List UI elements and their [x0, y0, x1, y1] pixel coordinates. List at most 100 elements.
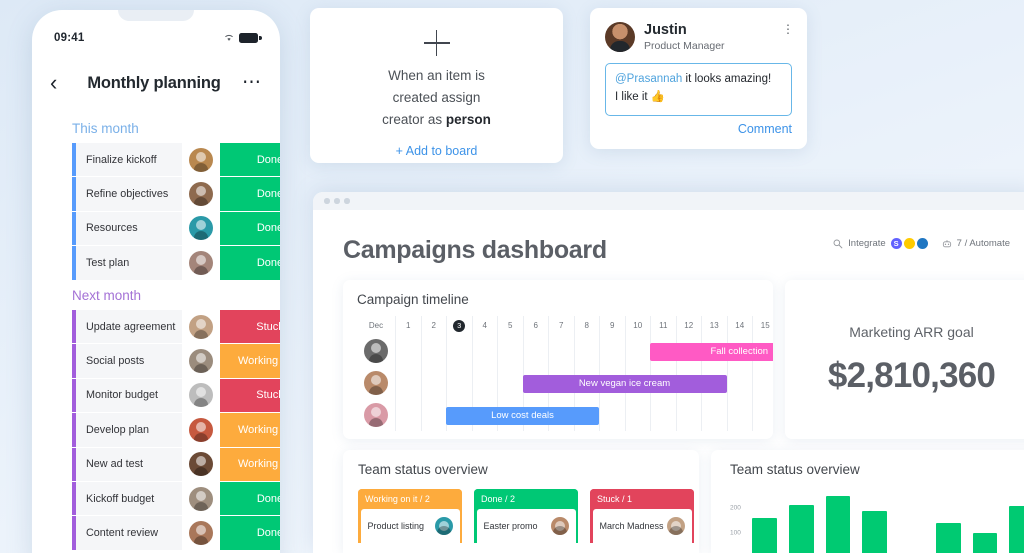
- chart-bars: [752, 487, 1024, 553]
- timeline-bar[interactable]: Fall collection: [650, 342, 773, 361]
- kanban-card-label: March Madness: [599, 521, 664, 531]
- chart-bar[interactable]: [825, 496, 851, 553]
- integration-badges[interactable]: S: [890, 238, 928, 249]
- status-badge[interactable]: Done: [220, 177, 280, 211]
- comment-input[interactable]: @Prasannah it looks amazing! I like it 👍: [605, 63, 792, 117]
- task-row[interactable]: Social posts Working on it: [72, 344, 280, 378]
- chart-title: Team status overview: [730, 462, 860, 477]
- task-row[interactable]: Content review Done: [72, 516, 280, 550]
- status-badge[interactable]: Done: [220, 211, 280, 246]
- timeline-day-9: 9: [599, 316, 625, 335]
- integrate-button[interactable]: Integrate S: [833, 238, 928, 249]
- kanban-card[interactable]: March Madness: [592, 509, 692, 543]
- recipe-line-3-bold: person: [445, 111, 491, 127]
- ellipsis-icon[interactable]: ⋯: [236, 73, 262, 93]
- task-row[interactable]: Resources Done: [72, 211, 280, 246]
- chart-bar[interactable]: [862, 511, 887, 553]
- chart-bar[interactable]: [1009, 506, 1024, 553]
- task-assignee[interactable]: [182, 344, 220, 378]
- integration-icon: [833, 239, 843, 248]
- task-row[interactable]: Finalize kickoff Done: [72, 143, 280, 177]
- comment-submit-button[interactable]: Comment: [605, 122, 792, 136]
- task-row[interactable]: Kickoff budget Done: [72, 481, 280, 516]
- kebab-menu-icon[interactable]: ⋮: [782, 22, 794, 35]
- timeline-row-assignee[interactable]: [357, 371, 395, 395]
- status-badge[interactable]: Done: [220, 143, 280, 177]
- timeline-day-11: 11: [650, 316, 676, 335]
- window-minimize-dot[interactable]: [334, 198, 340, 204]
- chart-bar[interactable]: [935, 523, 961, 553]
- integration-badge-3[interactable]: [916, 238, 928, 249]
- task-assignee[interactable]: [182, 481, 220, 516]
- task-assignee[interactable]: [182, 413, 220, 447]
- timeline-day-15: 15: [752, 316, 773, 335]
- timeline-row-assignee[interactable]: [357, 339, 395, 363]
- timeline-track: Fall collection: [395, 335, 773, 367]
- status-badge[interactable]: Stuck: [220, 378, 280, 413]
- task-row[interactable]: Test plan Done: [72, 246, 280, 280]
- chart-bar[interactable]: [752, 517, 777, 553]
- status-badge[interactable]: Done: [220, 246, 280, 280]
- timeline-day-header: Dec1234567891011121314151617: [357, 316, 773, 335]
- status-badge[interactable]: Working on it: [220, 344, 280, 378]
- window-maximize-dot[interactable]: [344, 198, 350, 204]
- status-badge[interactable]: Done: [220, 516, 280, 550]
- chevron-left-icon[interactable]: ‹: [50, 72, 72, 94]
- timeline-row-assignee[interactable]: [357, 403, 395, 427]
- status-badge[interactable]: Working on it: [220, 413, 280, 447]
- status-badge[interactable]: Done: [220, 481, 280, 516]
- kanban-card-label: Easter promo: [483, 521, 538, 531]
- chart-bar[interactable]: [788, 505, 814, 553]
- task-row[interactable]: Develop plan Working on it: [72, 413, 280, 447]
- timeline-day-1: 1: [395, 316, 421, 335]
- author-role: Product Manager: [644, 40, 725, 53]
- window-close-dot[interactable]: [324, 198, 330, 204]
- task-assignee[interactable]: [182, 246, 220, 280]
- task-row[interactable]: Monitor budget Stuck: [72, 378, 280, 413]
- timeline-rows: Fall collection New vegan ice cream Low co…: [357, 335, 773, 431]
- timeline-bar[interactable]: New vegan ice cream: [522, 374, 727, 393]
- task-assignee[interactable]: [182, 211, 220, 246]
- automate-button[interactable]: 7 / Automate: [942, 238, 1010, 249]
- kanban-card[interactable]: Easter promo: [476, 509, 576, 543]
- task-assignee[interactable]: [182, 177, 220, 211]
- add-to-board-button[interactable]: + Add to board: [396, 144, 478, 158]
- task-assignee[interactable]: [182, 143, 220, 177]
- task-assignee[interactable]: [182, 310, 220, 344]
- timeline-day-10: 10: [624, 316, 651, 335]
- window-chrome: [313, 192, 1024, 210]
- task-assignee[interactable]: [182, 516, 220, 550]
- timeline-title: Campaign timeline: [357, 292, 469, 307]
- task-name: Refine objectives: [76, 177, 182, 211]
- timeline-month-label: Dec: [368, 321, 384, 330]
- chart-bar[interactable]: [972, 533, 998, 553]
- task-list-this-month: Finalize kickoff Done Refine objectives Don…: [72, 143, 280, 281]
- chart-y-tick: 200: [730, 504, 741, 512]
- task-row[interactable]: Refine objectives Done: [72, 177, 280, 211]
- phone-header: ‹ Monthly planning ⋯: [32, 72, 280, 94]
- recipe-line-1: When an item is: [388, 68, 485, 83]
- timeline-day-7: 7: [548, 316, 574, 335]
- timeline-bar[interactable]: Low cost deals: [446, 406, 599, 425]
- author-name: Justin: [644, 22, 687, 38]
- integrate-label: Integrate: [848, 238, 886, 249]
- timeline-day-8: 8: [573, 316, 600, 335]
- task-assignee[interactable]: [182, 378, 220, 413]
- timeline-today-marker: 3: [453, 319, 466, 332]
- integration-badge-1[interactable]: S: [890, 238, 902, 249]
- dashboard-title: Campaigns dashboard: [343, 236, 607, 264]
- status-badge[interactable]: Working on it: [220, 447, 280, 481]
- team-status-kanban-card: Team status overview Working on it / 2 Pr…: [343, 450, 699, 553]
- group-label-this-month: This month: [72, 121, 139, 136]
- task-row[interactable]: New ad test Working on it: [72, 447, 280, 481]
- status-badge[interactable]: Stuck: [220, 310, 280, 344]
- task-name: Develop plan: [76, 413, 182, 447]
- status-indicators: [224, 33, 262, 43]
- kanban-card[interactable]: Product listing: [360, 509, 460, 543]
- integration-badge-2[interactable]: [903, 238, 915, 249]
- kanban-column-header: Done / 2: [474, 489, 578, 509]
- task-assignee[interactable]: [182, 447, 220, 481]
- avatar: [666, 517, 685, 535]
- task-row[interactable]: Update agreement Stuck: [72, 310, 280, 344]
- avatar: [189, 383, 213, 408]
